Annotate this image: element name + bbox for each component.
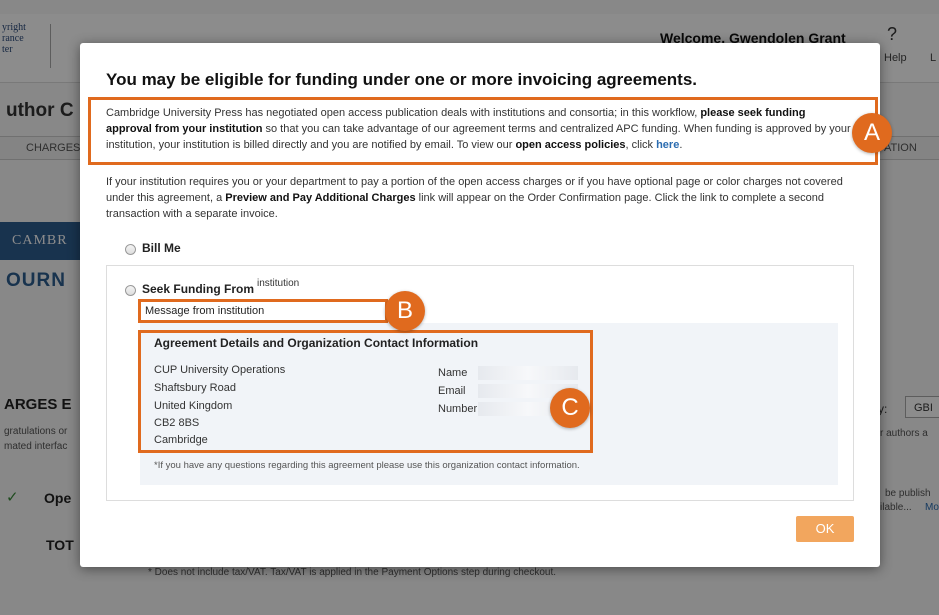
ok-button[interactable]: OK: [796, 516, 854, 542]
bill-me-label[interactable]: Bill Me: [142, 241, 181, 255]
annotation-badge-c: C: [550, 388, 590, 428]
seek-funding-label[interactable]: Seek Funding From: [142, 282, 254, 296]
agreement-disclaimer: *If you have any questions regarding thi…: [154, 460, 580, 471]
institution-label: institution: [257, 278, 300, 289]
additional-charges-paragraph: If your institution requires you or your…: [106, 176, 843, 220]
funding-modal: You may be eligible for funding under on…: [80, 43, 892, 567]
annotation-box-b: [138, 299, 388, 323]
seek-funding-radio[interactable]: [125, 285, 136, 296]
annotation-box-c: [138, 330, 593, 453]
annotation-badge-a: A: [852, 113, 892, 153]
annotation-badge-b: B: [385, 291, 425, 331]
bill-me-radio[interactable]: [125, 244, 136, 255]
modal-title: You may be eligible for funding under on…: [106, 70, 697, 89]
annotation-box-a: [88, 97, 878, 165]
